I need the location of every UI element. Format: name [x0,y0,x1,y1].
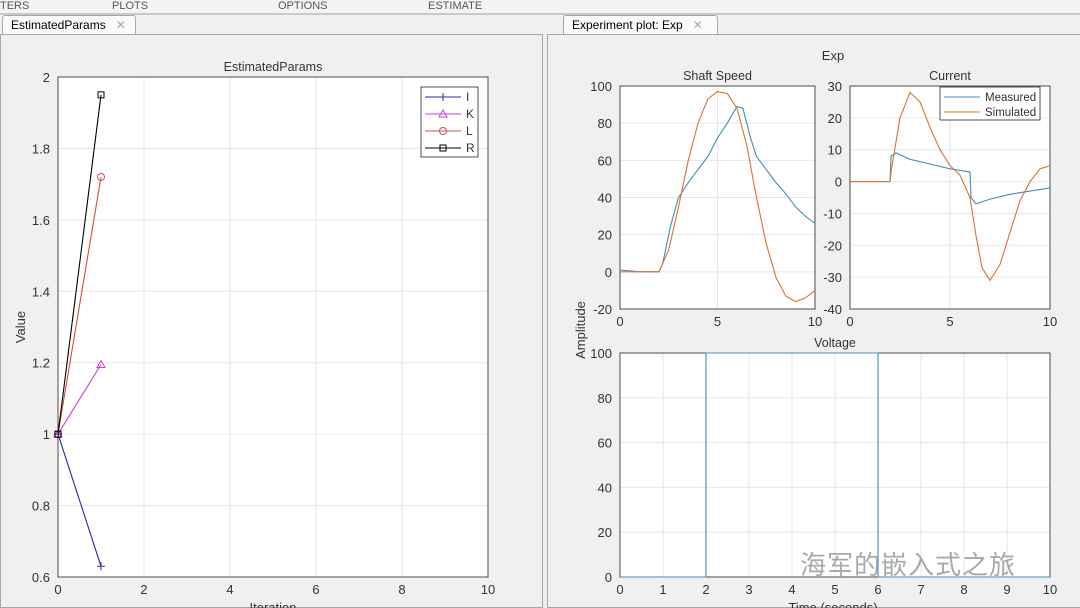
y-tick-label: 1.8 [32,141,50,156]
y-tick-label: -30 [823,270,842,285]
current-axes: 0 5 10 -40 -30 -20 -10 0 10 20 30 Current Measured Si… [823,69,1057,329]
x-tick-label: 5 [946,314,953,329]
x-tick-label: 8 [960,582,967,597]
x-tick-label: 2 [702,582,709,597]
y-tick-label: 1.4 [32,284,50,299]
legend-label: I [466,90,469,104]
legend: IKLR [420,86,479,158]
y-tick-label: 40 [598,480,612,495]
x-tick-label: 10 [808,314,822,329]
x-tick-label: 0 [616,314,623,329]
axes-title: Voltage [814,336,856,350]
y-tick-label: 40 [598,191,612,206]
y-tick-label: 80 [598,391,612,406]
y-tick-label: 0 [835,175,842,190]
y-tick-label: 60 [598,153,612,168]
x-axis-label: Time (seconds) [788,600,877,608]
y-axis-label: Amplitude [573,301,588,359]
y-axis-label: Value [13,311,28,343]
axes-title: EstimatedParams [224,60,323,74]
y-tick-label: 20 [598,228,612,243]
axes-title: Shaft Speed [683,69,752,83]
legend-label: K [466,107,474,121]
x-tick-label: 4 [226,582,233,597]
y-tick-label: 0 [605,570,612,585]
legend: Measured Simulated [939,86,1041,121]
x-tick-label: 0 [846,314,853,329]
y-tick-label: 10 [828,143,842,158]
x-tick-label: 0 [616,582,623,597]
y-tick-label: 30 [828,79,842,94]
x-tick-label: 10 [481,582,495,597]
y-tick-label: 80 [598,116,612,131]
x-tick-label: 0 [54,582,61,597]
shaft-speed-axes: 0 5 10 -20 0 20 40 60 80 100 Shaft Speed [590,69,822,329]
y-tick-label: 60 [598,436,612,451]
x-tick-label: 10 [1043,314,1057,329]
y-tick-label: 20 [828,111,842,126]
legend-label: L [466,124,473,138]
y-tick-label: 1 [43,427,50,442]
x-tick-label: 8 [398,582,405,597]
y-tick-label: -20 [823,238,842,253]
legend-label: Measured [985,92,1036,104]
x-tick-label: 6 [312,582,319,597]
x-tick-label: 1 [659,582,666,597]
axes-title: Current [929,69,971,83]
y-tick-label: 1.6 [32,213,50,228]
y-tick-label: -10 [823,206,842,221]
x-tick-label: 5 [714,314,721,329]
y-tick-label: 100 [590,346,612,361]
y-tick-label: -20 [593,302,612,317]
y-tick-label: 20 [598,525,612,540]
x-tick-label: 2 [140,582,147,597]
x-tick-label: 6 [874,582,881,597]
y-tick-label: -40 [823,302,842,317]
x-tick-label: 4 [788,582,795,597]
x-tick-label: 3 [745,582,752,597]
estimated-params-axes: 0 2 4 6 8 10 0.6 0.8 1 1.2 1.4 1.6 1.8 2 EstimatedPara… [13,60,495,608]
x-tick-label: 9 [1003,582,1010,597]
y-tick-label: 1.2 [32,356,50,371]
legend-label: Simulated [985,107,1036,119]
y-tick-label: 0 [605,265,612,280]
x-tick-label: 10 [1043,582,1057,597]
x-tick-label: 5 [831,582,838,597]
y-tick-label: 100 [590,79,612,94]
x-axis-label: Iteration [250,600,297,608]
y-tick-label: 2 [43,70,50,85]
y-tick-label: 0.8 [32,499,50,514]
figure-title: Exp [822,48,844,63]
legend-label: R [466,141,475,155]
plots: 0 2 4 6 8 100.60.811.21.41.61.82EstimatedPara… [13,48,1057,608]
y-tick-label: 0.6 [32,570,50,585]
watermark: 海军的嵌入式之旅 [800,550,1017,580]
x-tick-label: 7 [917,582,924,597]
